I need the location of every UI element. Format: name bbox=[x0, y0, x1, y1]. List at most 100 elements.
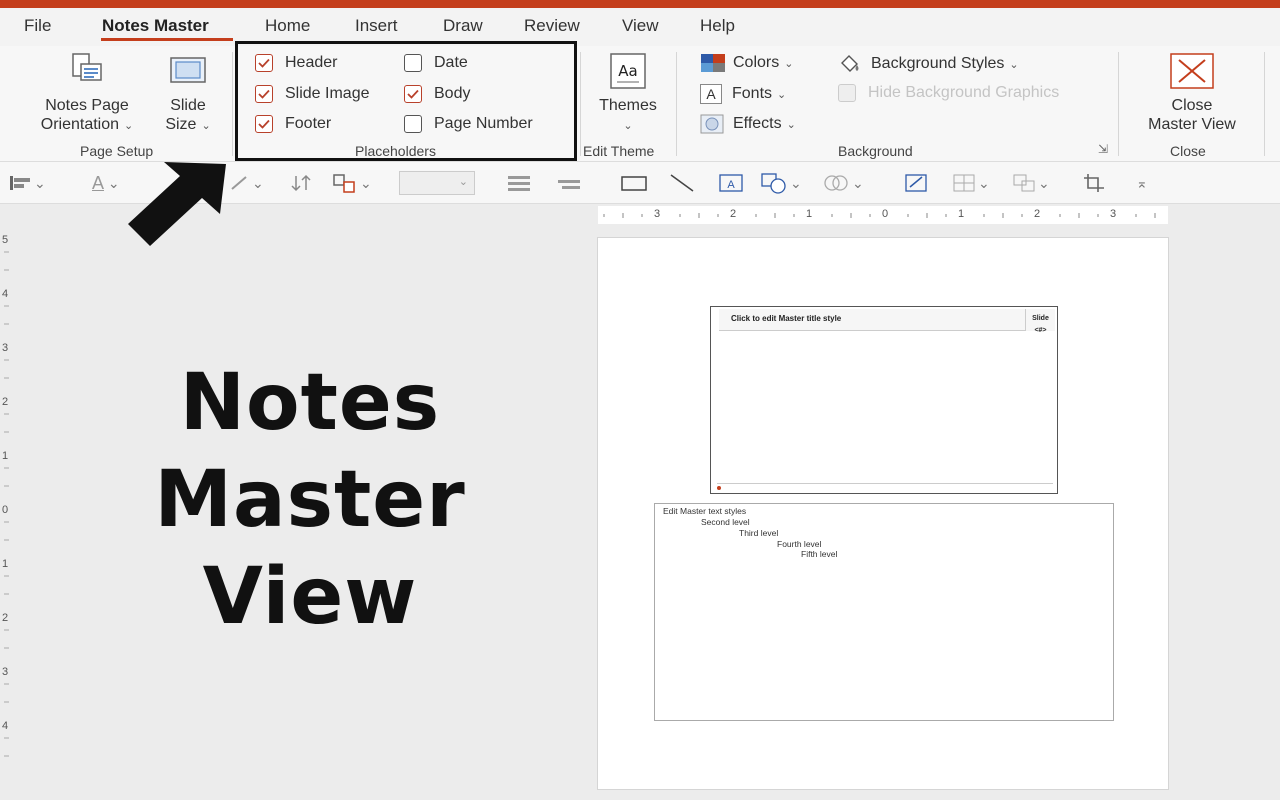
chevron-down-icon: ⌄ bbox=[1009, 58, 1019, 71]
ruler-label: 2 bbox=[730, 208, 737, 220]
chevron-down-icon: ⌄ bbox=[623, 120, 633, 132]
paint-bucket-icon bbox=[841, 55, 859, 72]
ruler-label: 3 bbox=[2, 342, 9, 354]
notes-level-3: Third level bbox=[739, 528, 779, 538]
themes-button[interactable]: Aa Themes ⌄ bbox=[588, 52, 668, 136]
slide-number-value: <#> bbox=[1034, 327, 1047, 334]
orientation-icon bbox=[72, 53, 102, 81]
slide-number-box: Slide <#> bbox=[1025, 309, 1055, 334]
slide-title-text: Click to edit Master title style bbox=[731, 314, 842, 323]
checkbox-disabled-icon bbox=[838, 84, 856, 102]
crop-icon[interactable] bbox=[1082, 172, 1108, 194]
edit-shape-icon[interactable] bbox=[904, 172, 930, 194]
arrange-icon[interactable]: ⌄ bbox=[332, 172, 372, 194]
themes-icon: Aa bbox=[610, 53, 646, 89]
grid-icon[interactable]: ⌄ bbox=[952, 172, 990, 194]
hide-background-graphics-label: Hide Background Graphics bbox=[868, 84, 1060, 101]
slide-image-placeholder[interactable]: Click to edit Master title style Slide <… bbox=[710, 306, 1058, 494]
chevron-down-icon: ⌄ bbox=[784, 57, 794, 70]
dialog-launcher-icon[interactable]: ⇲ bbox=[1098, 142, 1108, 156]
ruler-label: 0 bbox=[2, 504, 9, 516]
align-icon[interactable]: ⌄ bbox=[8, 172, 46, 194]
tab-home[interactable]: Home bbox=[265, 16, 310, 36]
ruler-label: 2 bbox=[1034, 208, 1041, 220]
orientation-label-2: Orientation bbox=[40, 116, 120, 133]
group-separator bbox=[676, 52, 677, 156]
ruler-label: 3 bbox=[2, 666, 9, 678]
ruler-label: 1 bbox=[2, 558, 9, 570]
ruler-label: 2 bbox=[2, 396, 9, 408]
group-separator bbox=[232, 52, 233, 156]
tab-review[interactable]: Review bbox=[524, 16, 580, 36]
slide-size-button[interactable]: Slide Size ⌄ bbox=[150, 52, 226, 136]
group-label-page-setup: Page Setup bbox=[80, 143, 154, 159]
rectangle-shape-icon[interactable] bbox=[620, 172, 648, 194]
slide-size-label-1: Slide bbox=[170, 97, 206, 114]
group-separator bbox=[580, 52, 581, 156]
tab-view[interactable]: View bbox=[622, 16, 659, 36]
font-size-dropdown[interactable]: ⌄ bbox=[399, 171, 475, 195]
ruler-label: 0 bbox=[882, 208, 889, 220]
tab-draw[interactable]: Draw bbox=[443, 16, 483, 36]
group-label-edit-theme: Edit Theme bbox=[583, 143, 655, 159]
overlay-title-line-3: View bbox=[202, 552, 418, 642]
ruler-label: 2 bbox=[2, 612, 9, 624]
shapes-icon[interactable]: ⌄ bbox=[760, 172, 802, 194]
text-box-icon[interactable]: A bbox=[718, 172, 744, 194]
chevron-down-icon: ⌄ bbox=[201, 120, 211, 132]
horizontal-ruler: 3 2 1 0 1 2 3 bbox=[598, 206, 1168, 224]
app-accent-bar bbox=[0, 0, 1280, 8]
overlay-title-line-2: Master bbox=[154, 455, 466, 545]
close-label-2: Master View bbox=[1148, 116, 1236, 133]
tab-help[interactable]: Help bbox=[700, 16, 735, 36]
colors-icon bbox=[701, 54, 725, 72]
chevron-down-icon: ⌄ bbox=[124, 120, 134, 132]
active-tab-indicator bbox=[101, 38, 233, 41]
fonts-label: Fonts bbox=[732, 85, 773, 102]
effects-icon bbox=[700, 114, 724, 134]
ruler-label: 3 bbox=[1110, 208, 1117, 220]
ruler-label: 1 bbox=[2, 450, 9, 462]
body-placeholder[interactable]: Edit Master text styles Second level Thi… bbox=[654, 503, 1114, 721]
hide-background-graphics-checkbox[interactable]: Hide Background Graphics bbox=[838, 84, 1059, 102]
ruler-label: 1 bbox=[958, 208, 965, 220]
merge-shapes-icon[interactable]: ⌄ bbox=[822, 172, 864, 194]
sort-icon[interactable] bbox=[290, 172, 314, 194]
text-direction-icon[interactable] bbox=[556, 172, 582, 194]
group-separator bbox=[1118, 52, 1119, 156]
notes-page-orientation-button[interactable]: Notes Page Orientation ⌄ bbox=[28, 52, 146, 136]
tab-insert[interactable]: Insert bbox=[355, 16, 398, 36]
ruler-label: 4 bbox=[2, 288, 9, 300]
logo-icon bbox=[717, 486, 721, 490]
svg-text:A: A bbox=[727, 179, 735, 191]
vertical-ruler: 5 4 3 2 1 0 1 2 3 4 bbox=[0, 232, 14, 792]
overlay-title-line-1: Notes bbox=[179, 358, 441, 448]
close-master-view-button[interactable]: Close Master View bbox=[1130, 52, 1254, 134]
effects-button[interactable]: Effects ⌄ bbox=[700, 114, 796, 134]
tab-notes-master[interactable]: Notes Master bbox=[102, 16, 209, 36]
ruler-label: 5 bbox=[2, 234, 9, 246]
themes-label: Themes bbox=[599, 97, 657, 114]
group-objects-icon[interactable]: ⌄ bbox=[1012, 172, 1050, 194]
effects-label: Effects bbox=[733, 115, 782, 132]
line-shape-icon[interactable] bbox=[668, 172, 696, 194]
colors-button[interactable]: Colors ⌄ bbox=[700, 53, 793, 73]
slide-size-label-2: Size bbox=[165, 116, 197, 133]
fonts-button[interactable]: A Fonts ⌄ bbox=[700, 84, 786, 104]
text-align-icon[interactable] bbox=[506, 172, 532, 194]
more-options-icon[interactable]: ⌅ bbox=[1136, 172, 1148, 194]
group-separator bbox=[1264, 52, 1265, 156]
ruler-label: 3 bbox=[654, 208, 661, 220]
background-styles-button[interactable]: Background Styles ⌄ bbox=[838, 53, 1019, 75]
slide-title-bar: Click to edit Master title style bbox=[719, 309, 1025, 331]
chevron-down-icon: ⌄ bbox=[777, 88, 787, 101]
tab-file[interactable]: File bbox=[24, 16, 51, 36]
slide-number-label: Slide bbox=[1032, 315, 1049, 322]
notes-level-1: Edit Master text styles bbox=[663, 506, 747, 516]
colors-label: Colors bbox=[733, 54, 780, 71]
svg-text:Aa: Aa bbox=[618, 62, 637, 80]
fonts-icon: A bbox=[700, 84, 722, 104]
ruler-label: 1 bbox=[806, 208, 813, 220]
notes-level-2: Second level bbox=[701, 517, 750, 527]
group-label-close: Close bbox=[1170, 143, 1206, 159]
